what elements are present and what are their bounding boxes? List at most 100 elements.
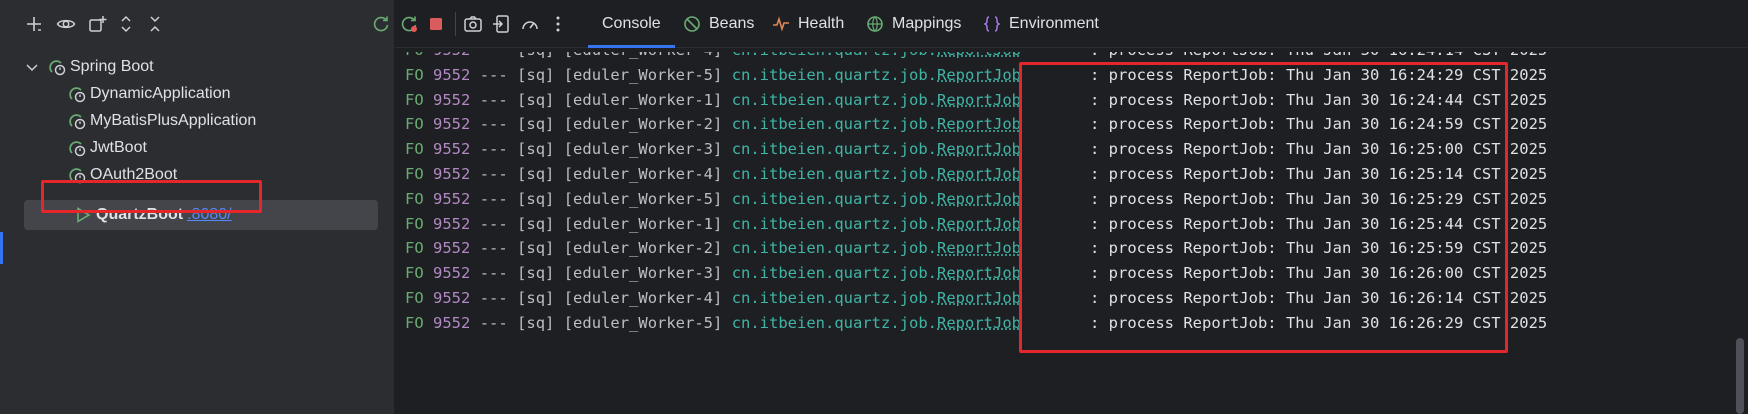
log-package: cn.itbeien.quartz.job. (731, 214, 937, 233)
stop-icon[interactable] (424, 12, 448, 36)
beans-icon (684, 16, 700, 32)
expand-icon[interactable] (114, 12, 138, 36)
log-class-link[interactable]: ReportJob (937, 239, 1021, 257)
tab-beans[interactable]: Beans (683, 0, 754, 48)
log-message: : process ReportJob: Thu Jan 30 16:25:14… (1090, 165, 1548, 183)
tree-node-spring-boot[interactable]: Spring Boot (24, 52, 154, 82)
log-pid: 9552 (433, 52, 470, 59)
log-message: : process ReportJob: Thu Jan 30 16:25:29… (1090, 189, 1548, 208)
log-thread: [eduler_Worker-3] (563, 140, 723, 159)
tab-console[interactable]: Console (588, 0, 675, 48)
log-class-link[interactable]: ReportJob (937, 215, 1021, 233)
exit-icon[interactable] (489, 12, 513, 36)
health-icon (773, 16, 789, 32)
log-thread: [eduler_Worker-4] (564, 52, 723, 59)
log-class-link[interactable]: ReportJob (937, 190, 1021, 208)
log-separator: --- (479, 289, 508, 307)
log-package: cn.itbeien.quartz.job. (731, 65, 937, 84)
log-class-link[interactable]: ReportJob (937, 165, 1021, 183)
tree-item-mybatisplusapplication[interactable]: MyBatisPlusApplication (66, 106, 256, 136)
add-config-icon[interactable] (86, 12, 110, 36)
rerun-icon[interactable] (369, 12, 393, 36)
log-level: FO (405, 115, 424, 134)
log-separator: --- (479, 313, 508, 332)
more-icon[interactable] (546, 12, 570, 36)
log-class-link[interactable]: ReportJob (937, 264, 1021, 282)
log-pid: 9552 (433, 289, 471, 307)
log-pid: 9552 (433, 165, 471, 183)
spring-boot-icon (49, 60, 66, 76)
tab-label: Mappings (892, 15, 962, 32)
log-message: : process ReportJob: Thu Jan 30 16:24:44… (1090, 90, 1548, 109)
console-toolbar: Console Beans Health Mappings Environmen… (373, 0, 1748, 48)
log-message: : process ReportJob: Thu Jan 30 16:26:00… (1090, 264, 1548, 283)
log-class-link[interactable]: ReportJob (937, 115, 1021, 133)
console-panel: Console Beans Health Mappings Environmen… (373, 0, 1748, 414)
console-scrollbar[interactable] (1736, 52, 1744, 414)
screenshot-icon[interactable] (461, 12, 485, 36)
log-package: cn.itbeien.quartz.job. (731, 115, 937, 134)
log-package: cn.itbeien.quartz.job. (731, 264, 937, 283)
add-icon[interactable] (22, 12, 46, 36)
log-level: FO (405, 140, 424, 159)
tab-label: Environment (1009, 15, 1099, 32)
log-thread: [eduler_Worker-5] (563, 65, 723, 84)
rerun-failed-icon[interactable] (397, 12, 421, 36)
log-package: cn.itbeien.quartz.job. (732, 52, 937, 59)
log-package: cn.itbeien.quartz.job. (731, 289, 937, 307)
environment-icon (983, 16, 1001, 32)
log-app: [sq] (517, 90, 555, 109)
log-message: : process ReportJob: Thu Jan 30 16:26:29… (1090, 313, 1548, 332)
log-pid: 9552 (433, 214, 471, 233)
collapse-icon[interactable] (143, 12, 167, 36)
tab-environment[interactable]: Environment (983, 0, 1099, 48)
log-message: : process ReportJob: Thu Jan 30 16:25:44… (1090, 214, 1548, 233)
log-separator: --- (479, 239, 508, 258)
log-level: FO (405, 189, 424, 208)
tree-item-dynamicapplication[interactable]: DynamicApplication (66, 79, 231, 109)
log-app: [sq] (517, 264, 555, 283)
log-package: cn.itbeien.quartz.job. (731, 140, 937, 159)
log-pid: 9552 (433, 189, 471, 208)
services-toolbar (0, 0, 394, 48)
tree-item-label: OAuth2Boot (90, 166, 178, 183)
log-app: [sq] (517, 52, 554, 59)
log-separator: --- (479, 165, 508, 183)
log-level: FO (405, 239, 424, 258)
log-message: : process ReportJob: Thu Jan 30 16:24:14… (1090, 52, 1547, 62)
scrollbar-thumb[interactable] (1736, 338, 1744, 414)
tree-item-jwtboot[interactable]: JwtBoot (66, 133, 147, 163)
log-app: [sq] (517, 115, 555, 134)
log-package: cn.itbeien.quartz.job. (731, 313, 937, 332)
tab-health[interactable]: Health (772, 0, 844, 48)
log-app: [sq] (517, 165, 555, 183)
log-separator: --- (479, 140, 508, 159)
chevron-down-icon[interactable] (24, 59, 40, 75)
log-class-link[interactable]: ReportJob (937, 140, 1021, 158)
dashboard-icon[interactable] (518, 12, 542, 36)
log-class-link[interactable]: ReportJob (937, 52, 1021, 59)
log-class-link[interactable]: ReportJob (937, 91, 1021, 109)
log-thread: [eduler_Worker-2] (563, 239, 723, 258)
log-thread: [eduler_Worker-5] (563, 313, 723, 332)
log-class-link[interactable]: ReportJob (937, 314, 1021, 332)
log-thread: [eduler_Worker-1] (563, 90, 723, 109)
log-thread: [eduler_Worker-1] (563, 214, 723, 233)
log-pid: 9552 (433, 115, 471, 134)
tab-mappings[interactable]: Mappings (866, 0, 961, 48)
log-class-link[interactable]: ReportJob (937, 289, 1021, 307)
log-pid: 9552 (433, 140, 471, 159)
log-app: [sq] (517, 313, 555, 332)
log-pid: 9552 (433, 264, 471, 283)
console-output[interactable]: FO 9552 --- [sq] [eduler_Worker-4] cn.it… (395, 52, 1725, 414)
tree-item-label: MyBatisPlusApplication (90, 112, 257, 129)
log-thread: [eduler_Worker-4] (563, 289, 723, 307)
log-class-link[interactable]: ReportJob (937, 66, 1021, 84)
log-level: FO (405, 313, 424, 332)
log-app: [sq] (517, 189, 555, 208)
tree-item-quartzboot[interactable]: QuartzBoot :8080/ (24, 200, 378, 230)
log-separator: --- (479, 115, 508, 134)
tree-item-oauth2boot[interactable]: OAuth2Boot (66, 160, 177, 190)
port-link[interactable]: :8080/ (187, 206, 231, 224)
eye-icon[interactable] (54, 12, 78, 36)
